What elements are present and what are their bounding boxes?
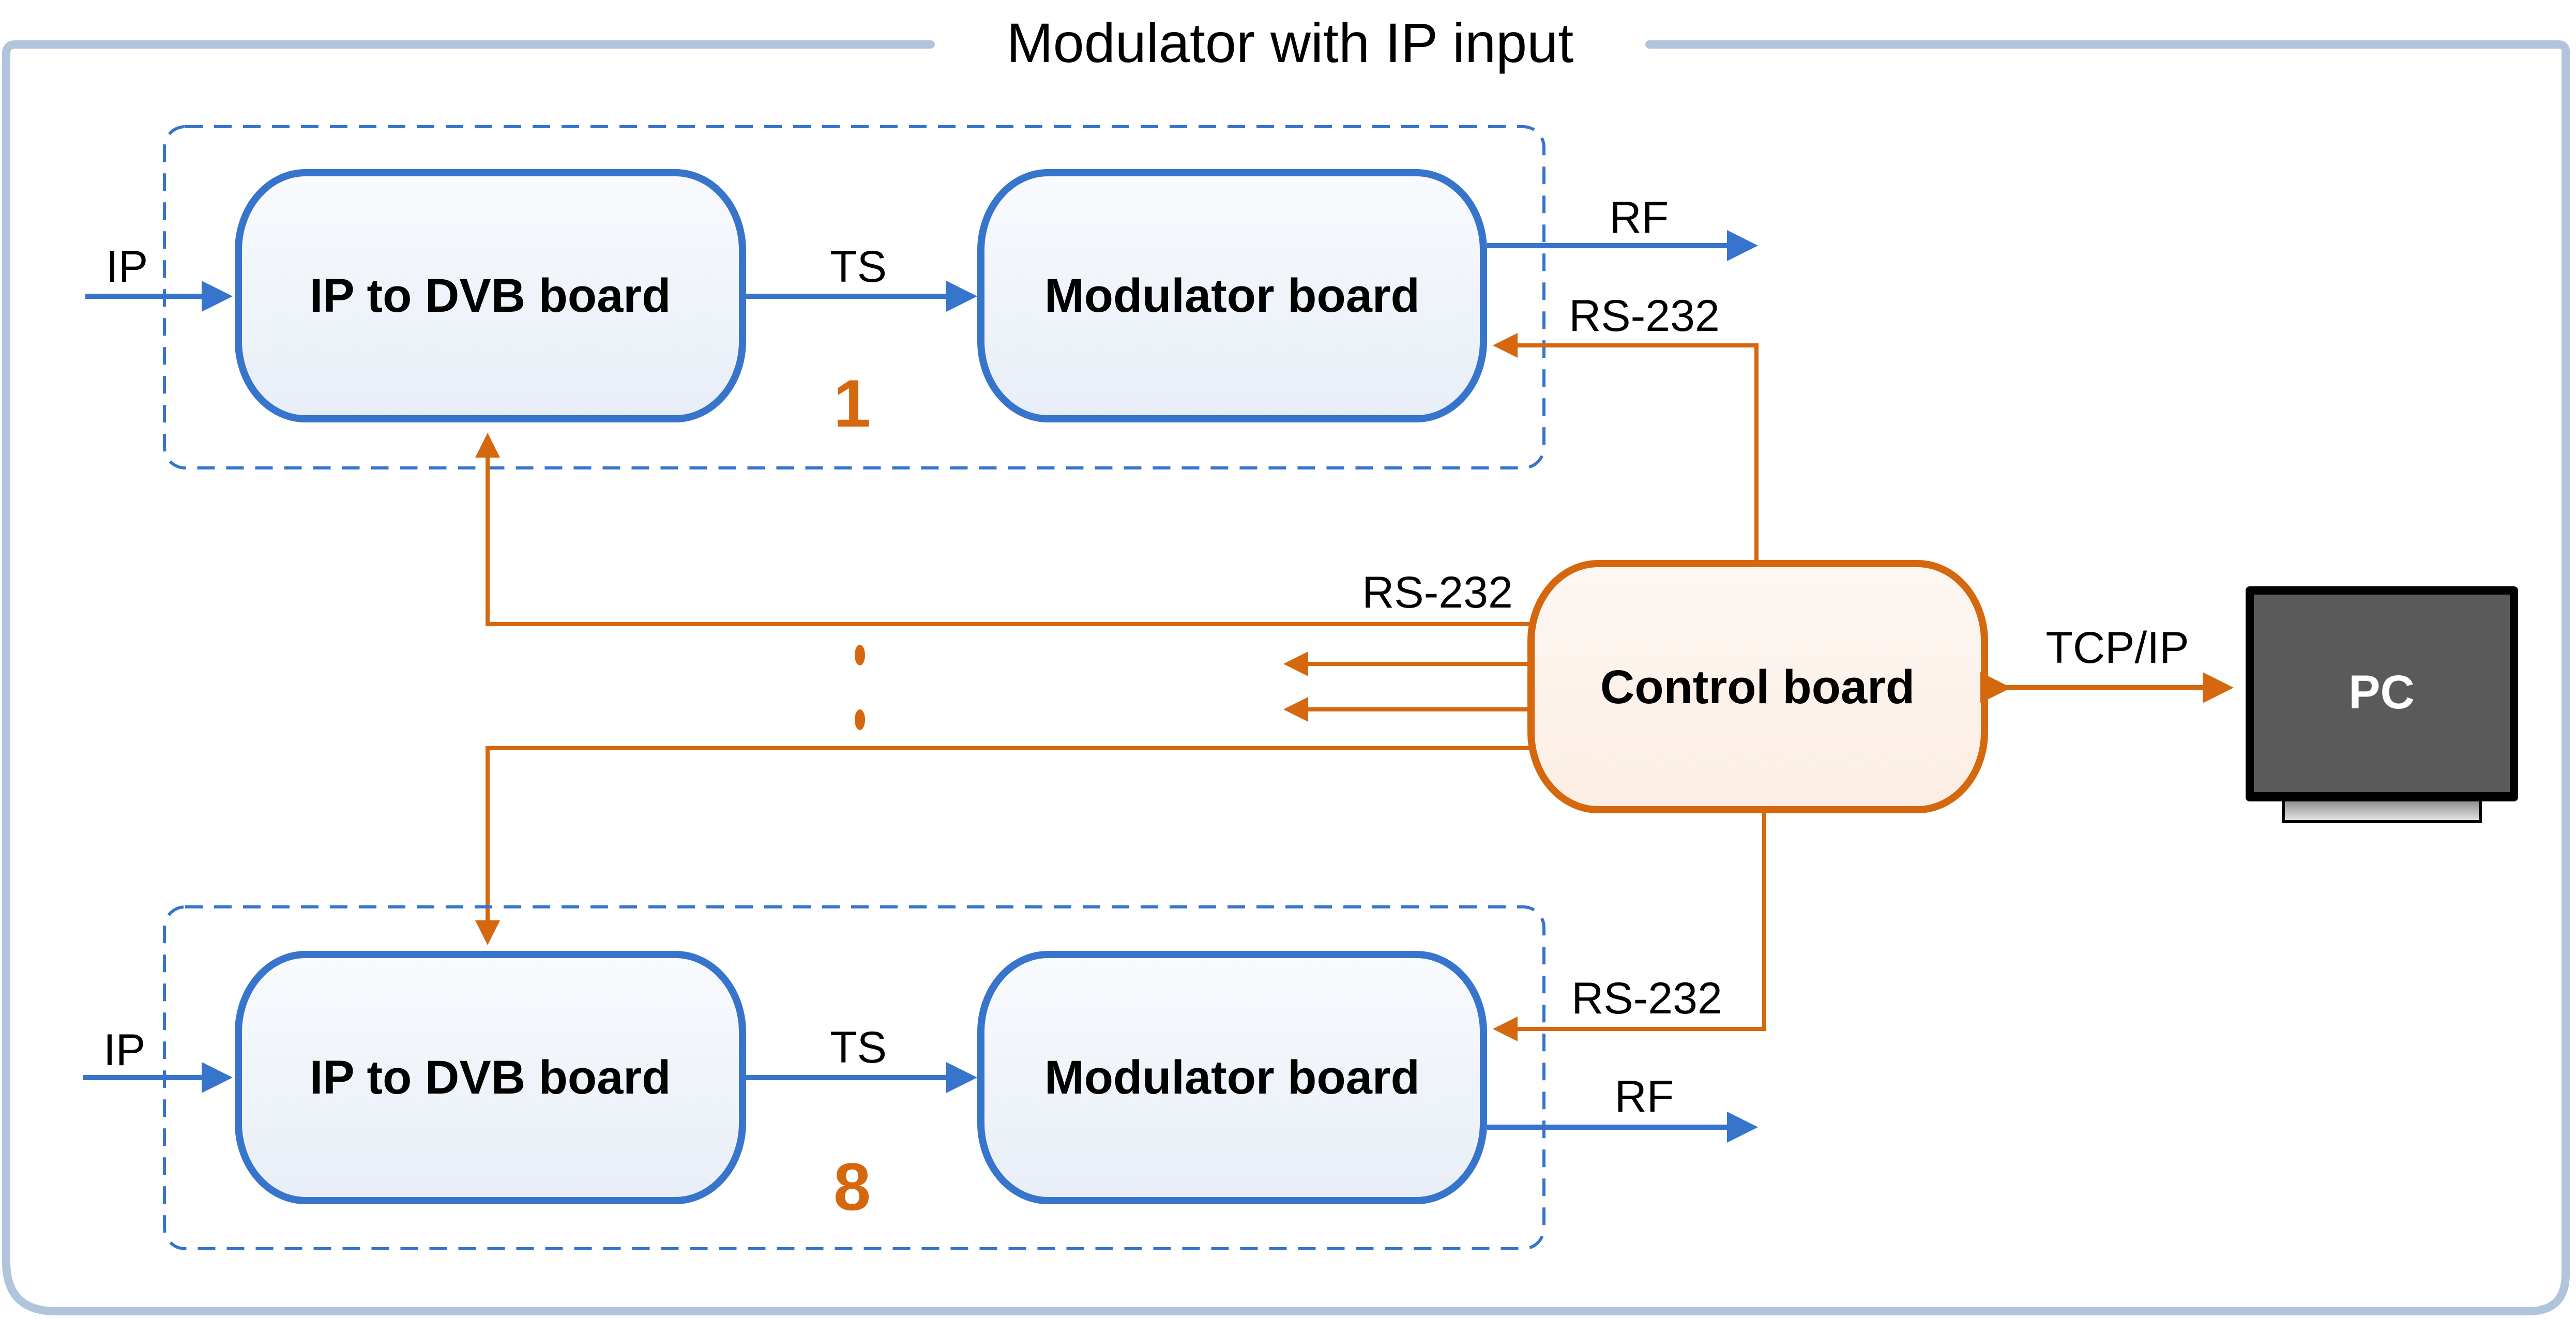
ellipsis-dot-1 [855, 645, 865, 665]
group-index-1: 1 [834, 366, 871, 441]
ip-to-dvb-board-8-label: IP to DVB board [310, 1051, 671, 1104]
rs232-line-modulator-1 [1493, 333, 1759, 564]
tcpip-label: TCP/IP [2045, 623, 2189, 673]
rs232-line-ipdvb-8 [475, 746, 1531, 945]
control-board-label: Control board [1600, 661, 1915, 714]
pc-icon: PC [2246, 586, 2518, 823]
rf-label-1: RF [1610, 193, 1669, 242]
rf-label-8: RF [1615, 1072, 1674, 1121]
pc-label: PC [2348, 666, 2415, 719]
group-index-8: 8 [834, 1149, 871, 1224]
ts-label-8: TS [830, 1023, 887, 1072]
modulator-board-8-label: Modulator board [1044, 1051, 1420, 1104]
diagram-canvas: Modulator with IP input IP IP to DVB boa… [2, 11, 2570, 1315]
channel-group-1: IP IP to DVB board TS Modulator board RF… [85, 125, 1758, 469]
channel-group-8: IP IP to DVB board TS Modulator board RF… [83, 905, 1758, 1250]
ip-input-label-8: IP [103, 1025, 145, 1075]
rs232-label-bus: RS-232 [1362, 568, 1513, 617]
diagram-title: Modulator with IP input [1007, 11, 1574, 74]
rs232-label-modulator-1: RS-232 [1569, 291, 1720, 341]
rs232-label-modulator-8: RS-232 [1571, 974, 1722, 1023]
ts-label-1: TS [830, 242, 887, 292]
ellipsis-dot-2 [855, 709, 865, 730]
ip-input-label-1: IP [106, 242, 148, 292]
modulator-board-1-label: Modulator board [1044, 269, 1420, 322]
ip-to-dvb-board-1-label: IP to DVB board [310, 269, 671, 322]
